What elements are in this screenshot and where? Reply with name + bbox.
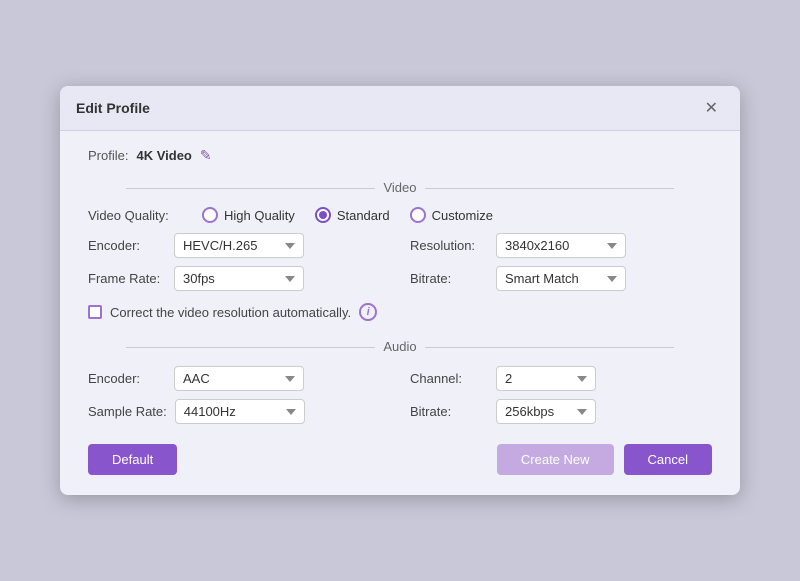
edit-profile-icon[interactable]: ✎ <box>200 147 212 164</box>
footer-right: Create New Cancel <box>497 444 712 475</box>
sample-rate-select[interactable]: 44100Hz 48000Hz 22050Hz <box>175 399 305 424</box>
audio-bitrate-select[interactable]: 256kbps 128kbps 320kbps 192kbps <box>496 399 596 424</box>
radio-circle-standard <box>315 207 331 223</box>
auto-correct-label: Correct the video resolution automatical… <box>110 305 351 320</box>
radio-customize[interactable]: Customize <box>410 207 493 223</box>
dialog-title: Edit Profile <box>76 100 150 116</box>
audio-bitrate-label: Bitrate: <box>410 404 488 419</box>
video-bitrate-select[interactable]: Smart Match Custom Low Medium High <box>496 266 626 291</box>
auto-correct-checkbox[interactable] <box>88 305 102 319</box>
video-bitrate-row: Bitrate: Smart Match Custom Low Medium H… <box>410 266 712 291</box>
audio-fields-grid: Encoder: AAC MP3 FLAC Channel: 2 1 6 <box>88 366 712 424</box>
channel-select[interactable]: 2 1 6 <box>496 366 596 391</box>
resolution-select[interactable]: 3840x2160 1920x1080 1280x720 <box>496 233 626 258</box>
radio-label-high: High Quality <box>224 208 295 223</box>
title-bar: Edit Profile ✕ <box>60 86 740 131</box>
edit-profile-dialog: Edit Profile ✕ Profile: 4K Video ✎ Video… <box>60 86 740 495</box>
cancel-button[interactable]: Cancel <box>624 444 712 475</box>
audio-section: Audio Encoder: AAC MP3 FLAC Channel: 2 1 <box>88 339 712 424</box>
default-button[interactable]: Default <box>88 444 177 475</box>
footer: Default Create New Cancel <box>88 444 712 475</box>
frame-rate-select[interactable]: 30fps 60fps 24fps 25fps <box>174 266 304 291</box>
video-fields-grid: Encoder: HEVC/H.265 H.264 VP9 Resolution… <box>88 233 712 291</box>
frame-rate-label: Frame Rate: <box>88 271 166 286</box>
video-quality-label: Video Quality: <box>88 208 178 223</box>
channel-row: Channel: 2 1 6 <box>410 366 712 391</box>
audio-encoder-row: Encoder: AAC MP3 FLAC <box>88 366 390 391</box>
create-new-button[interactable]: Create New <box>497 444 614 475</box>
radio-circle-high <box>202 207 218 223</box>
dialog-body: Profile: 4K Video ✎ Video Video Quality:… <box>60 131 740 495</box>
video-section-title: Video <box>88 180 712 195</box>
sample-rate-row: Sample Rate: 44100Hz 48000Hz 22050Hz <box>88 399 390 424</box>
video-encoder-select[interactable]: HEVC/H.265 H.264 VP9 <box>174 233 304 258</box>
radio-standard[interactable]: Standard <box>315 207 390 223</box>
profile-label: Profile: <box>88 148 128 163</box>
video-quality-radio-group: High Quality Standard Customize <box>202 207 493 223</box>
audio-bitrate-row: Bitrate: 256kbps 128kbps 320kbps 192kbps <box>410 399 712 424</box>
channel-label: Channel: <box>410 371 488 386</box>
resolution-row: Resolution: 3840x2160 1920x1080 1280x720 <box>410 233 712 258</box>
audio-section-title: Audio <box>88 339 712 354</box>
radio-label-customize: Customize <box>432 208 493 223</box>
video-encoder-label: Encoder: <box>88 238 166 253</box>
resolution-label: Resolution: <box>410 238 488 253</box>
video-quality-row: Video Quality: High Quality Standard Cus… <box>88 207 712 223</box>
profile-row: Profile: 4K Video ✎ <box>88 147 712 164</box>
auto-correct-row: Correct the video resolution automatical… <box>88 303 712 321</box>
audio-encoder-select[interactable]: AAC MP3 FLAC <box>174 366 304 391</box>
video-section: Video Video Quality: High Quality Standa… <box>88 180 712 321</box>
info-icon[interactable]: i <box>359 303 377 321</box>
radio-circle-customize <box>410 207 426 223</box>
radio-high-quality[interactable]: High Quality <box>202 207 295 223</box>
frame-rate-row: Frame Rate: 30fps 60fps 24fps 25fps <box>88 266 390 291</box>
close-button[interactable]: ✕ <box>699 96 724 120</box>
audio-encoder-label: Encoder: <box>88 371 166 386</box>
radio-label-standard: Standard <box>337 208 390 223</box>
sample-rate-label: Sample Rate: <box>88 404 167 419</box>
profile-name: 4K Video <box>136 148 191 163</box>
video-encoder-row: Encoder: HEVC/H.265 H.264 VP9 <box>88 233 390 258</box>
video-bitrate-label: Bitrate: <box>410 271 488 286</box>
